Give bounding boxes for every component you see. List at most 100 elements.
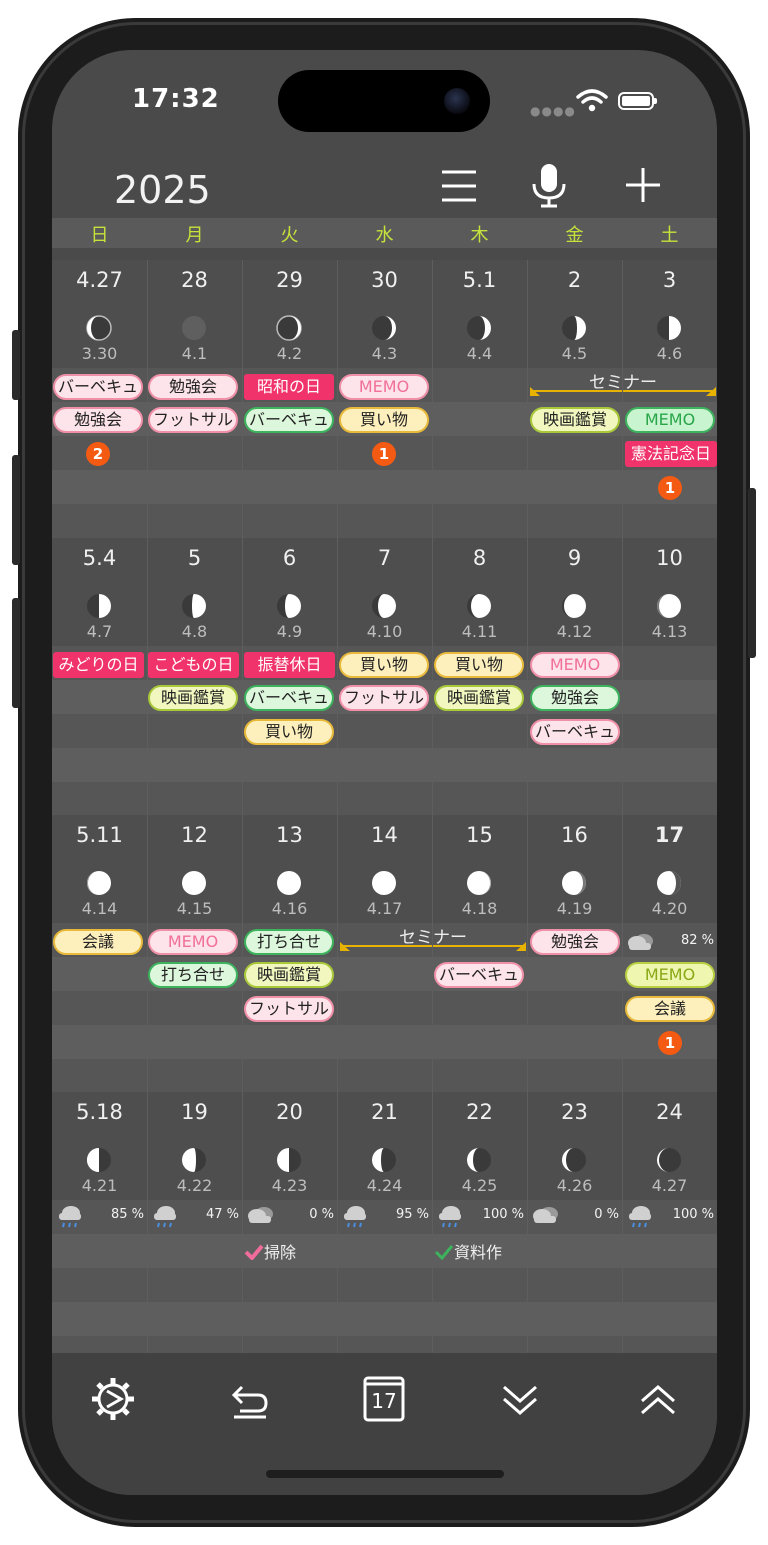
lunar-date: 4.10 bbox=[366, 622, 403, 641]
week-row[interactable]: 5.11 12 13 14 15 16 17 4.14 4.15 4.16 4.… bbox=[52, 815, 717, 1093]
date-cell[interactable]: 21 bbox=[337, 1100, 432, 1124]
event-pill[interactable]: 買い物 bbox=[434, 652, 524, 678]
event-pill[interactable]: 会議 bbox=[53, 929, 143, 955]
date-cell[interactable]: 10 bbox=[622, 546, 717, 570]
event-pill[interactable]: バーベキュ bbox=[530, 719, 620, 745]
date-cell[interactable]: 30 bbox=[337, 268, 432, 292]
date-cell[interactable]: 5.4 bbox=[52, 546, 147, 570]
date-cell[interactable]: 7 bbox=[337, 546, 432, 570]
lunar-date: 4.9 bbox=[276, 622, 303, 641]
date-cell[interactable]: 29 bbox=[242, 268, 337, 292]
date-cell[interactable]: 9 bbox=[527, 546, 622, 570]
multi-day-event[interactable]: セミナー bbox=[530, 368, 716, 398]
event-pill[interactable]: 映画鑑賞 bbox=[530, 407, 620, 433]
weekday-wed: 水 bbox=[375, 225, 394, 246]
more-events-badge[interactable]: 1 bbox=[658, 476, 682, 500]
date-cell[interactable]: 2 bbox=[527, 268, 622, 292]
event-pill[interactable]: 買い物 bbox=[339, 407, 429, 433]
settings-icon[interactable] bbox=[87, 1373, 139, 1425]
event-pill[interactable]: バーベキュ bbox=[434, 962, 524, 988]
lunar-date: 4.25 bbox=[461, 1176, 498, 1195]
date-cell[interactable]: 5 bbox=[147, 546, 242, 570]
date-cell[interactable]: 14 bbox=[337, 823, 432, 847]
moon-phase-icon bbox=[562, 1148, 586, 1172]
date-cell[interactable]: 13 bbox=[242, 823, 337, 847]
date-cell[interactable]: 5.11 bbox=[52, 823, 147, 847]
event-pill[interactable]: 勉強会 bbox=[53, 407, 143, 433]
moon-phase-icon bbox=[467, 316, 491, 340]
week-row[interactable]: 4.27 28 29 30 5.1 2 3 3.30 4.1 4.2 4.3 4… bbox=[52, 260, 717, 538]
weather-forecast: 100 % bbox=[624, 1204, 716, 1228]
task-item[interactable]: 資料作 bbox=[434, 1239, 502, 1263]
memo-pill[interactable]: MEMO bbox=[625, 962, 715, 988]
event-pill[interactable]: バーベキュ bbox=[244, 407, 334, 433]
volume-up-button bbox=[12, 455, 20, 565]
date-cell[interactable]: 23 bbox=[527, 1100, 622, 1124]
memo-pill[interactable]: MEMO bbox=[339, 374, 429, 400]
event-pill[interactable]: 勉強会 bbox=[530, 685, 620, 711]
menu-icon[interactable] bbox=[434, 160, 484, 210]
plus-icon[interactable] bbox=[618, 160, 668, 210]
date-cell[interactable]: 8 bbox=[432, 546, 527, 570]
holiday-label[interactable]: 振替休日 bbox=[244, 652, 335, 678]
event-pill[interactable]: フットサル bbox=[244, 996, 334, 1022]
memo-pill[interactable]: MEMO bbox=[625, 407, 715, 433]
date-cell[interactable]: 12 bbox=[147, 823, 242, 847]
event-pill[interactable]: 打ち合せ bbox=[148, 962, 238, 988]
holiday-label[interactable]: みどりの日 bbox=[53, 652, 144, 678]
date-cell[interactable]: 3 bbox=[622, 268, 717, 292]
today-icon[interactable]: 17 bbox=[358, 1373, 410, 1425]
event-pill[interactable]: 勉強会 bbox=[148, 374, 238, 400]
moon-phase-icon bbox=[87, 594, 111, 618]
event-pill[interactable]: 映画鑑賞 bbox=[434, 685, 524, 711]
memo-pill[interactable]: MEMO bbox=[148, 929, 238, 955]
microphone-icon[interactable] bbox=[524, 160, 574, 210]
event-pill[interactable]: 買い物 bbox=[244, 719, 334, 745]
date-cell[interactable]: 19 bbox=[147, 1100, 242, 1124]
week-row[interactable]: 5.4 5 6 7 8 9 10 4.7 4.8 4.9 4.10 4.11 4… bbox=[52, 538, 717, 816]
date-cell[interactable]: 5.1 bbox=[432, 268, 527, 292]
event-pill[interactable]: フットサル bbox=[339, 685, 429, 711]
date-cell[interactable]: 15 bbox=[432, 823, 527, 847]
event-pill[interactable]: 映画鑑賞 bbox=[244, 962, 334, 988]
date-cell[interactable]: 4.27 bbox=[52, 268, 147, 292]
event-pill[interactable]: 会議 bbox=[625, 996, 715, 1022]
date-cell[interactable]: 24 bbox=[622, 1100, 717, 1124]
event-pill[interactable]: バーベキュ bbox=[53, 374, 143, 400]
multi-day-event[interactable]: セミナー bbox=[340, 923, 526, 953]
scroll-up-icon[interactable] bbox=[632, 1373, 684, 1425]
date-cell[interactable]: 28 bbox=[147, 268, 242, 292]
date-cell[interactable]: 16 bbox=[527, 823, 622, 847]
more-events-badge[interactable]: 1 bbox=[658, 1031, 682, 1055]
more-events-badge[interactable]: 1 bbox=[372, 442, 396, 466]
holiday-label[interactable]: 憲法記念日 bbox=[625, 441, 717, 467]
more-events-badge[interactable]: 2 bbox=[86, 442, 110, 466]
weekday-header: 日 月 火 水 木 金 土 bbox=[52, 218, 717, 248]
week-row[interactable]: 5.18 19 20 21 22 23 24 4.21 4.22 4.23 4.… bbox=[52, 1092, 717, 1370]
scroll-down-icon[interactable] bbox=[494, 1373, 546, 1425]
event-pill[interactable]: 打ち合せ bbox=[244, 929, 334, 955]
moon-phase-icon bbox=[182, 1148, 206, 1172]
holiday-label[interactable]: こどもの日 bbox=[148, 652, 239, 678]
date-cell[interactable]: 5.18 bbox=[52, 1100, 147, 1124]
moon-phase-icon bbox=[657, 1148, 681, 1172]
task-item[interactable]: 掃除 bbox=[244, 1239, 296, 1263]
undo-icon[interactable] bbox=[224, 1373, 276, 1425]
today-date-cell[interactable]: 17 bbox=[622, 823, 717, 847]
memo-pill[interactable]: MEMO bbox=[530, 652, 620, 678]
date-cell[interactable]: 6 bbox=[242, 546, 337, 570]
event-pill[interactable]: 勉強会 bbox=[530, 929, 620, 955]
lunar-date: 3.30 bbox=[81, 344, 118, 363]
cloud-icon bbox=[533, 1207, 558, 1223]
event-pill[interactable]: バーベキュ bbox=[244, 685, 334, 711]
task-label: 資料作 bbox=[454, 1243, 503, 1262]
event-pill[interactable]: フットサル bbox=[148, 407, 238, 433]
date-cell[interactable]: 20 bbox=[242, 1100, 337, 1124]
lunar-date: 4.11 bbox=[461, 622, 498, 641]
date-cell[interactable]: 22 bbox=[432, 1100, 527, 1124]
moon-phase-icon bbox=[467, 594, 491, 618]
moon-phase-icon bbox=[562, 594, 586, 618]
event-pill[interactable]: 買い物 bbox=[339, 652, 429, 678]
event-pill[interactable]: 映画鑑賞 bbox=[148, 685, 238, 711]
holiday-label[interactable]: 昭和の日 bbox=[244, 374, 334, 400]
